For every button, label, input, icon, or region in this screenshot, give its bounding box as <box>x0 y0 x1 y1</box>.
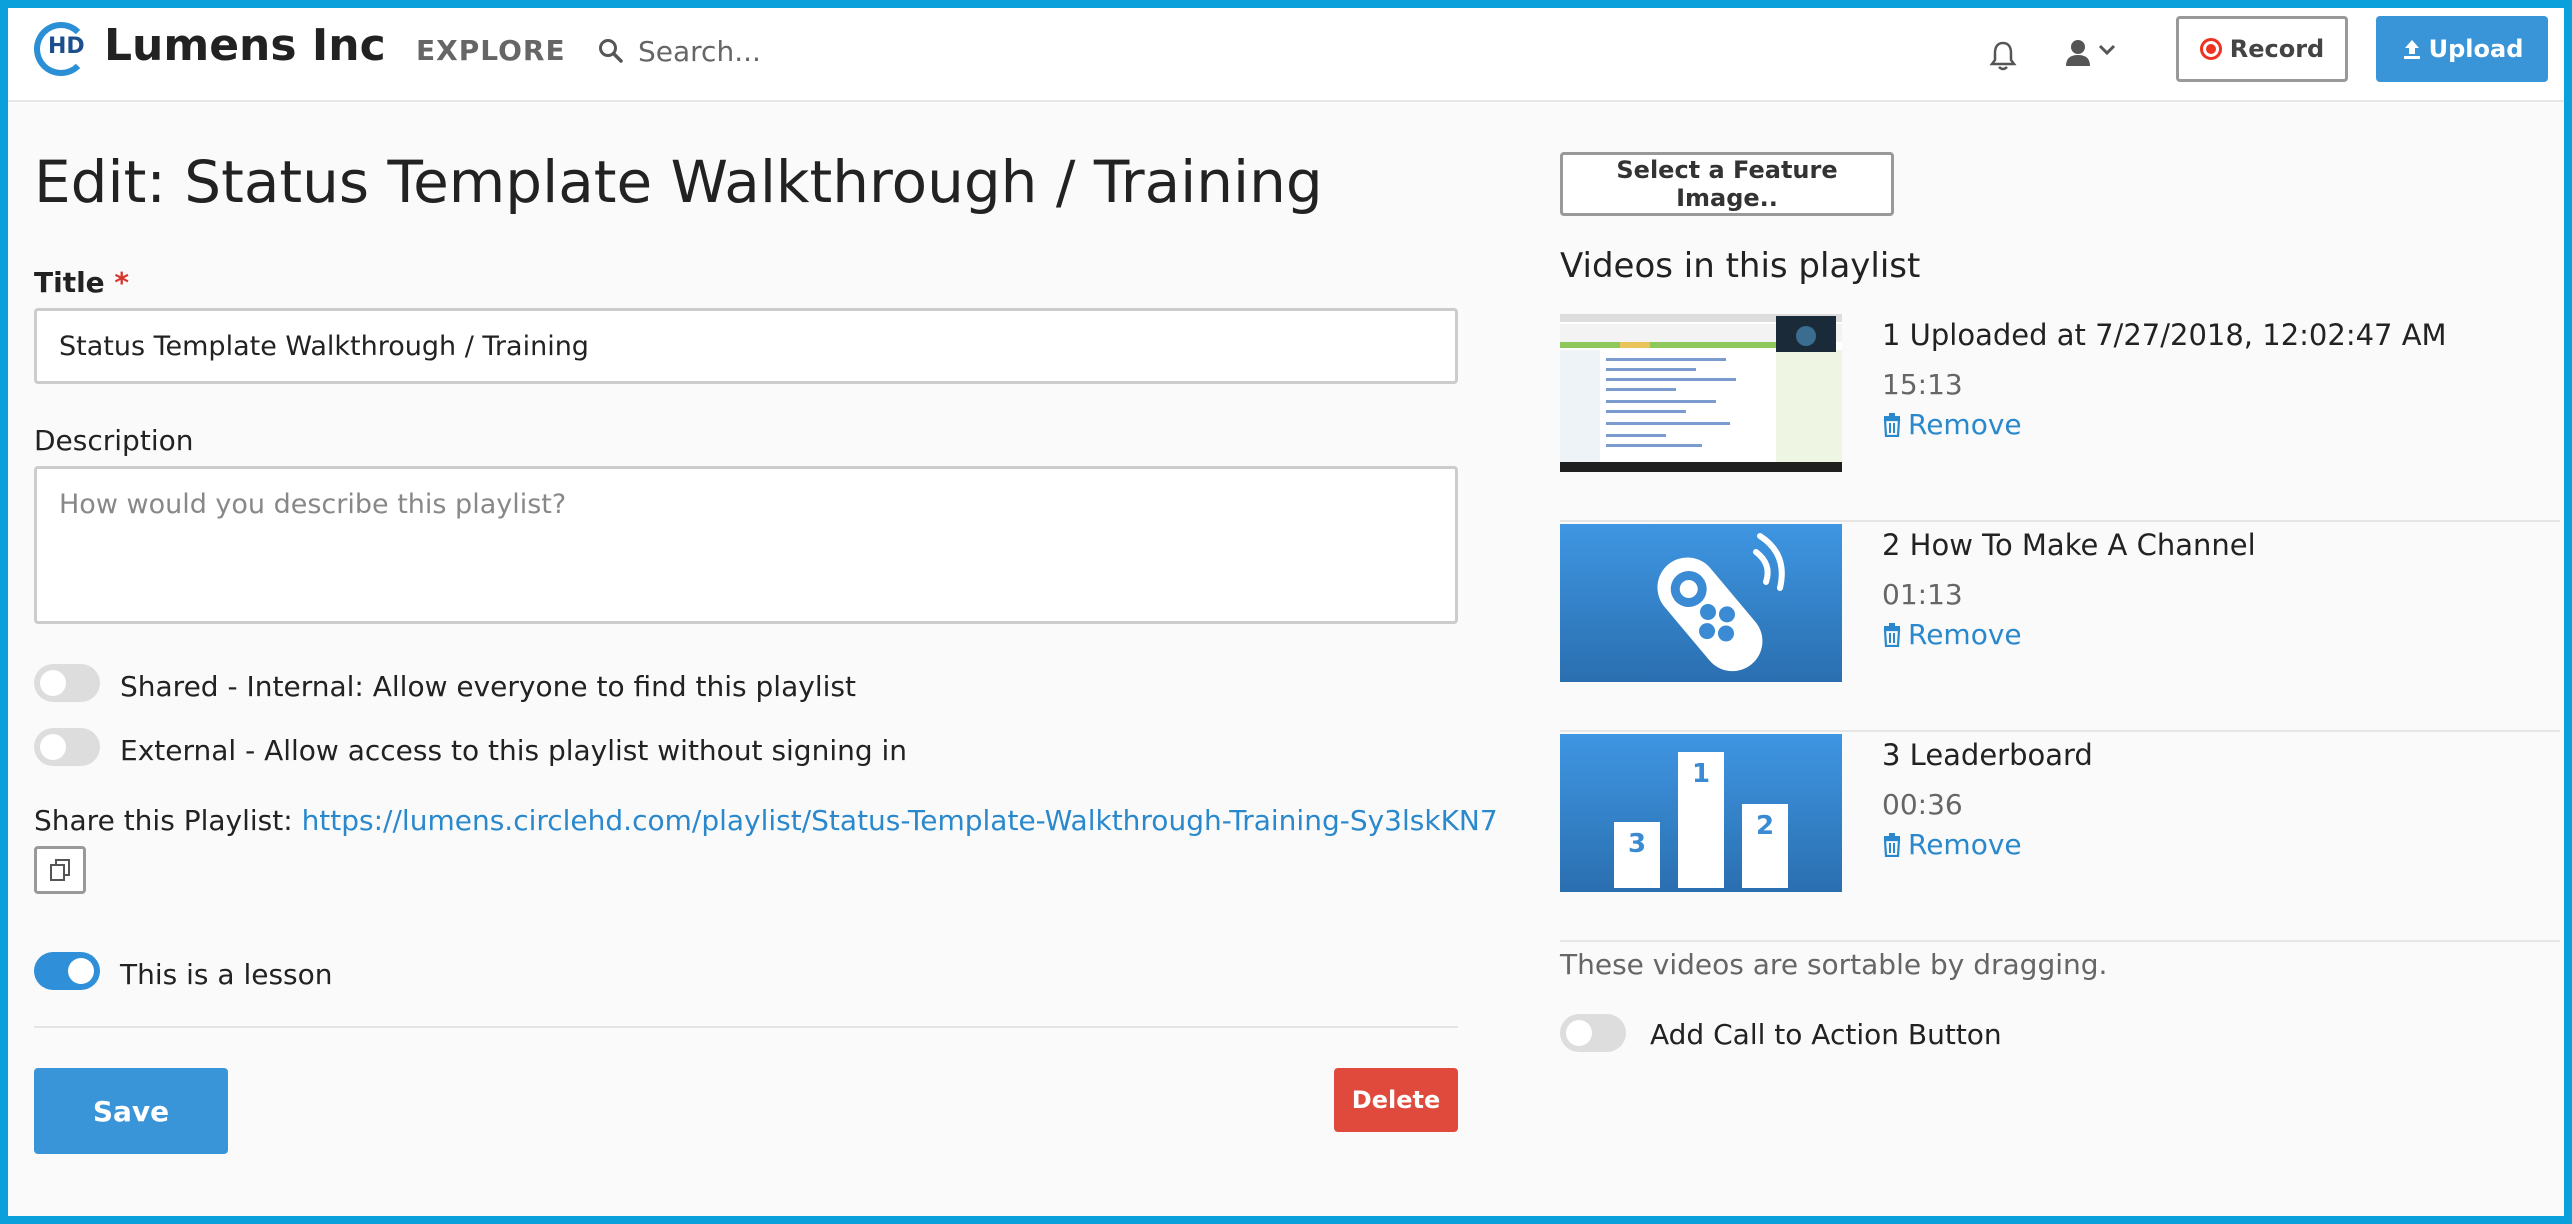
description-label: Description <box>34 424 194 457</box>
video-thumbnail-screenshot[interactable] <box>1560 314 1842 472</box>
remove-video-button[interactable]: Remove <box>1882 618 2022 651</box>
video-title[interactable]: 3 Leaderboard <box>1882 738 2093 772</box>
user-menu-icon[interactable] <box>2064 38 2124 68</box>
video-thumbnail-remote-control[interactable] <box>1560 524 1842 682</box>
search-input[interactable] <box>638 26 1138 76</box>
trash-icon <box>1883 412 1901 437</box>
title-input[interactable] <box>34 308 1458 384</box>
copy-link-button[interactable] <box>34 846 86 894</box>
logo-icon[interactable]: HD <box>34 22 88 76</box>
shared-internal-label: Shared - Internal: Allow everyone to fin… <box>120 670 856 703</box>
video-title[interactable]: 1 Uploaded at 7/27/2018, 12:02:47 AM <box>1882 318 2447 352</box>
delete-button[interactable]: Delete <box>1334 1068 1458 1132</box>
upload-label: Upload <box>2428 35 2524 63</box>
logo-badge-text: HD <box>48 34 85 59</box>
lesson-label: This is a lesson <box>120 958 333 991</box>
video-title[interactable]: 2 How To Make A Channel <box>1882 528 2256 562</box>
cta-button-label: Add Call to Action Button <box>1650 1018 2002 1051</box>
form-divider <box>34 1026 1458 1028</box>
playlist-video-item[interactable]: 2 How To Make A Channel 01:13 Remove <box>1560 524 2560 732</box>
podium-label-2: 2 <box>1756 811 1774 841</box>
shared-internal-toggle[interactable] <box>34 664 100 702</box>
record-button[interactable]: Record <box>2176 16 2348 82</box>
remove-label: Remove <box>1908 828 2022 861</box>
video-duration: 01:13 <box>1882 578 1963 611</box>
trash-icon <box>1883 832 1901 857</box>
remove-video-button[interactable]: Remove <box>1882 828 2022 861</box>
sortable-note: These videos are sortable by dragging. <box>1560 948 2108 981</box>
top-header: HD Lumens Inc EXPLORE Record Upload <box>8 8 2564 102</box>
podium-label-3: 3 <box>1628 829 1646 859</box>
title-label: Title * <box>34 266 129 299</box>
external-access-label: External - Allow access to this playlist… <box>120 734 908 767</box>
playlist-heading: Videos in this playlist <box>1560 246 1921 286</box>
video-duration: 15:13 <box>1882 368 1963 401</box>
record-label: Record <box>2229 35 2325 63</box>
save-button[interactable]: Save <box>34 1068 228 1154</box>
brand-name[interactable]: Lumens Inc <box>104 20 386 71</box>
share-label: Share this Playlist: <box>34 804 293 837</box>
copy-icon <box>50 859 70 881</box>
trash-icon <box>1883 622 1901 647</box>
record-icon <box>2199 38 2222 60</box>
remove-label: Remove <box>1908 618 2022 651</box>
playlist-video-item[interactable]: 1 2 3 3 Leaderboard 00:36 Remove <box>1560 734 2560 942</box>
search-icon <box>599 39 623 63</box>
select-feature-image-button[interactable]: Select a Feature Image.. <box>1560 152 1894 216</box>
upload-button[interactable]: Upload <box>2376 16 2548 82</box>
description-textarea[interactable] <box>34 466 1458 624</box>
bell-icon[interactable] <box>1988 40 2018 72</box>
video-duration: 00:36 <box>1882 788 1963 821</box>
playlist-video-item[interactable]: 1 Uploaded at 7/27/2018, 12:02:47 AM 15:… <box>1560 314 2560 522</box>
lesson-toggle[interactable] <box>34 952 100 990</box>
upload-icon <box>2403 40 2420 59</box>
explore-link[interactable]: EXPLORE <box>416 34 566 67</box>
video-thumbnail-podium[interactable]: 1 2 3 <box>1560 734 1842 892</box>
external-access-toggle[interactable] <box>34 728 100 766</box>
share-row: Share this Playlist: https://lumens.circ… <box>34 804 1498 837</box>
required-mark: * <box>114 266 130 299</box>
remove-label: Remove <box>1908 408 2022 441</box>
share-link[interactable]: https://lumens.circlehd.com/playlist/Sta… <box>302 804 1498 837</box>
title-label-text: Title <box>34 266 105 299</box>
remove-video-button[interactable]: Remove <box>1882 408 2022 441</box>
podium-label-1: 1 <box>1692 759 1710 789</box>
page-title: Edit: Status Template Walkthrough / Trai… <box>34 148 1323 216</box>
cta-button-toggle[interactable] <box>1560 1014 1626 1052</box>
